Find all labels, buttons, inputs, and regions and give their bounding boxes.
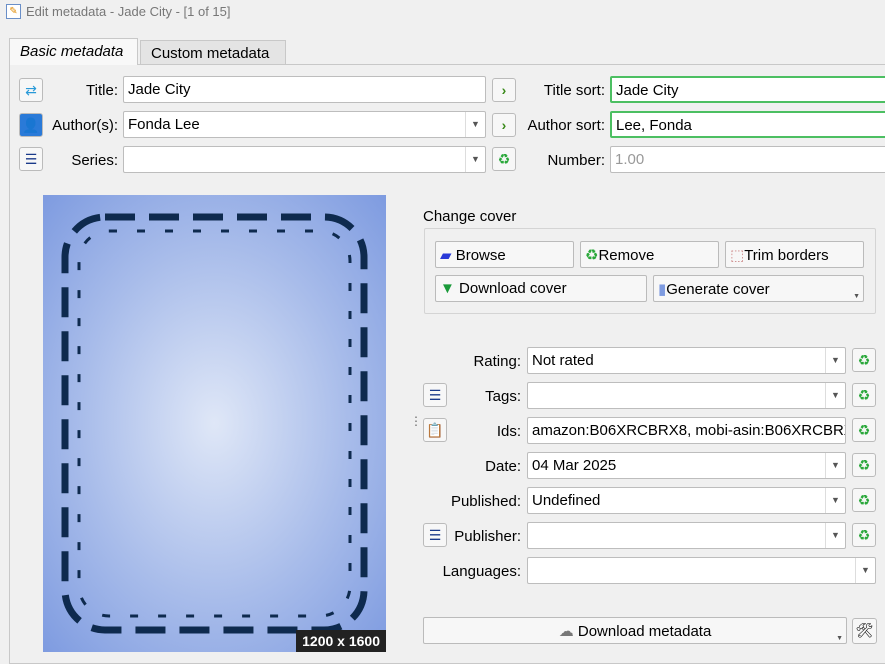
published-label: Published: (450, 493, 521, 510)
recycle-icon: ♻ (585, 247, 599, 264)
date-combo[interactable]: 04 Mar 2025 ▼ (527, 452, 846, 479)
chevron-down-icon[interactable]: ▼ (825, 453, 845, 478)
folder-icon: ▰ (440, 247, 452, 264)
series-label: Series: (71, 152, 118, 169)
title-bar: ✎ Edit metadata - Jade City - [1 of 15] (0, 0, 885, 24)
series-combo[interactable]: ▼ (123, 146, 486, 173)
tab-custom-metadata[interactable]: Custom metadata (140, 40, 286, 66)
recycle-icon[interactable]: ♻ (492, 147, 516, 171)
download-cover-button[interactable]: ▼ Download cover (435, 275, 647, 302)
download-arrow-icon: ▼ (440, 280, 455, 297)
ids-label: Ids: (496, 423, 521, 440)
chevron-down-icon[interactable]: ▼ (825, 383, 845, 408)
trim-borders-button[interactable]: ⬚Trim borders (725, 241, 864, 268)
authors-value: Fonda Lee (128, 116, 200, 133)
arrow-right-icon[interactable]: › (492, 78, 516, 102)
languages-combo[interactable]: ▼ (527, 557, 876, 584)
tools-icon[interactable]: 🛠 (852, 618, 877, 644)
rating-label: Rating: (473, 353, 521, 370)
list-icon[interactable]: ☰ (19, 147, 43, 171)
ornament-frame (61, 213, 368, 634)
date-label: Date: (485, 458, 521, 475)
window-title: Edit metadata - Jade City - [1 of 15] (26, 4, 231, 19)
tags-label: Tags: (485, 388, 521, 405)
published-value: Undefined (532, 492, 601, 509)
publisher-label: Publisher: (454, 528, 521, 545)
title-input[interactable]: Jade City (123, 76, 486, 103)
trim-icon: ⬚ (730, 247, 745, 264)
title-sort-input[interactable]: Jade City (610, 76, 885, 103)
date-value: 04 Mar 2025 (532, 457, 617, 474)
swap-title-author-icon[interactable]: ⇄ (19, 78, 43, 102)
recycle-icon[interactable]: ♻ (852, 488, 876, 512)
published-combo[interactable]: Undefined ▼ (527, 487, 846, 514)
publisher-combo[interactable]: ▼ (527, 522, 846, 549)
generate-cover-button[interactable]: ▮Generate cover ▼ (653, 275, 864, 302)
paste-icon[interactable]: 📋 (423, 418, 447, 442)
dropdown-icon: ▼ (836, 635, 843, 642)
chevron-down-icon[interactable]: ▼ (465, 112, 485, 137)
title-label: Title: (86, 82, 118, 99)
download-metadata-button[interactable]: ☁ Download metadata ▼ (423, 617, 847, 644)
recycle-icon[interactable]: ♻ (852, 383, 876, 407)
chevron-down-icon[interactable]: ▼ (825, 523, 845, 548)
recycle-icon[interactable]: ♻ (852, 348, 876, 372)
chevron-down-icon[interactable]: ▼ (855, 558, 875, 583)
cloud-download-icon: ☁ (558, 623, 574, 640)
authors-label: Author(s): (52, 117, 118, 134)
author-sort-input[interactable]: Lee, Fonda (610, 111, 885, 138)
languages-label: Languages: (442, 563, 521, 580)
chevron-down-icon[interactable]: ▼ (465, 147, 485, 172)
list-icon[interactable]: ☰ (423, 523, 447, 547)
title-sort-label: Title sort: (543, 82, 605, 99)
tab-basic-metadata[interactable]: Basic metadata (9, 38, 138, 65)
list-icon[interactable]: ☰ (423, 383, 447, 407)
browse-button[interactable]: ▰ Browse (435, 241, 574, 268)
ids-input[interactable]: amazon:B06XRCBRX8, mobi-asin:B06XRCBRX8 (527, 417, 846, 444)
author-sort-label: Author sort: (527, 117, 605, 134)
cover-dimensions: 1200 x 1600 (296, 630, 386, 652)
edit-icon: ✎ (6, 4, 21, 19)
change-cover-label: Change cover (423, 208, 517, 225)
recycle-icon[interactable]: ♻ (852, 418, 876, 442)
chevron-down-icon[interactable]: ▼ (825, 348, 845, 373)
number-input[interactable]: 1.00 (610, 146, 885, 173)
arrow-right-icon[interactable]: › (492, 113, 516, 137)
cover-image[interactable]: 1200 x 1600 (43, 195, 386, 652)
recycle-icon[interactable]: ♻ (852, 523, 876, 547)
number-label: Number: (547, 152, 605, 169)
splitter-handle[interactable]: ⋮ (410, 415, 422, 427)
recycle-icon[interactable]: ♻ (852, 453, 876, 477)
tags-combo[interactable]: ▼ (527, 382, 846, 409)
rating-combo[interactable]: Not rated ▼ (527, 347, 846, 374)
authors-combo[interactable]: Fonda Lee ▼ (123, 111, 486, 138)
rating-value: Not rated (532, 352, 594, 369)
dropdown-icon: ▼ (853, 293, 860, 300)
remove-button[interactable]: ♻Remove (580, 241, 719, 268)
chevron-down-icon[interactable]: ▼ (825, 488, 845, 513)
